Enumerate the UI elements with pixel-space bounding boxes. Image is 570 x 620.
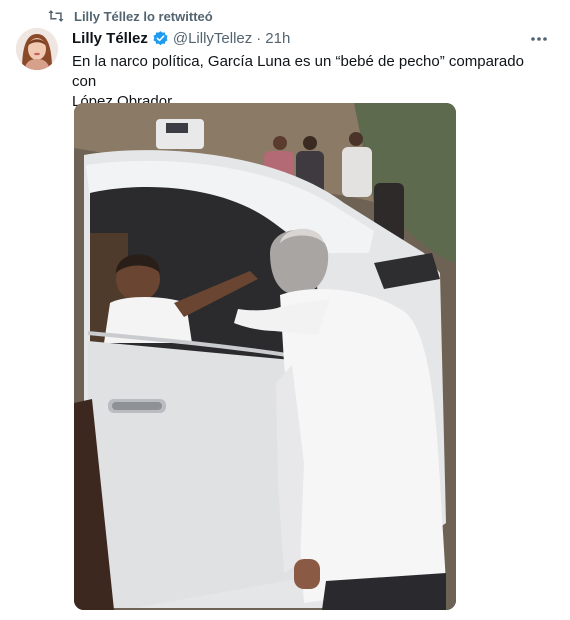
retweet-label[interactable]: Lilly Téllez lo retwitteó [74, 9, 213, 24]
separator-dot: · [256, 30, 262, 47]
timestamp[interactable]: 21h [265, 30, 290, 47]
tweet-header: Lilly Téllez @LillyTellez · 21h [72, 30, 290, 47]
tweet-card[interactable]: Lilly Téllez lo retwitteó Lilly Téllez @… [0, 0, 570, 620]
tweet-text-line-1: En la narco política, García Luna es un … [72, 53, 524, 90]
verified-badge-icon [152, 30, 169, 47]
tweet-media-video[interactable] [74, 103, 456, 610]
avatar[interactable] [16, 28, 58, 70]
display-name[interactable]: Lilly Téllez [72, 30, 148, 47]
video-still-image [74, 103, 456, 610]
retweet-indicator[interactable]: Lilly Téllez lo retwitteó [48, 8, 213, 24]
user-handle[interactable]: @LillyTellez [173, 30, 252, 47]
retweet-icon [48, 9, 64, 23]
more-options-icon[interactable] [528, 28, 550, 50]
